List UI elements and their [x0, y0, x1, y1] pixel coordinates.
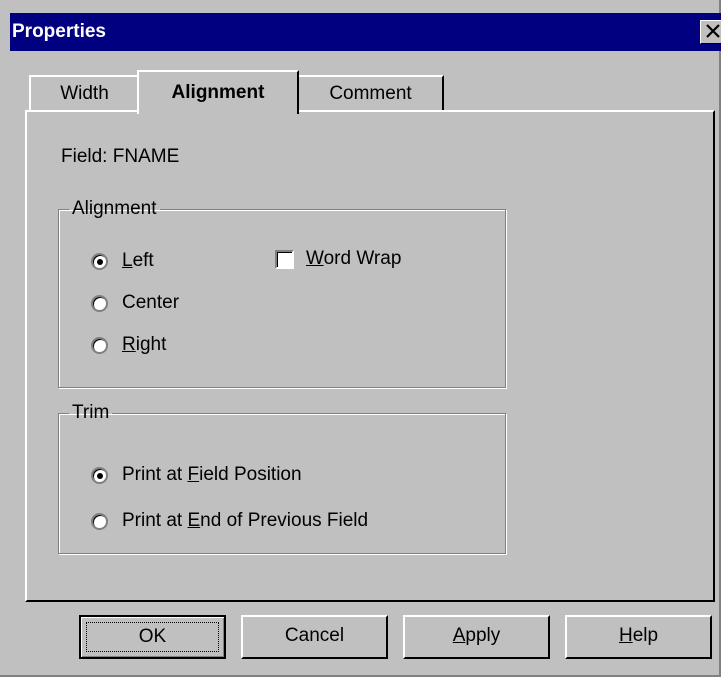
apply-button[interactable]: Apply [403, 615, 550, 659]
radio-unselected-icon [91, 294, 108, 312]
align-left-radio[interactable]: Left [91, 250, 154, 272]
word-wrap-checkbox[interactable]: Word Wrap [275, 248, 401, 270]
ok-button[interactable]: OK [79, 615, 226, 659]
radio-selected-icon [91, 466, 108, 484]
help-button[interactable]: Help [565, 615, 712, 659]
tab-alignment[interactable]: Alignment [137, 70, 299, 114]
alignment-group: Alignment Left Center Right Word Wrap [58, 198, 506, 388]
properties-dialog: Properties Width Alignment Comment Field… [0, 0, 721, 677]
close-icon [706, 24, 720, 38]
field-name-value: FNAME [112, 146, 180, 167]
title-bar[interactable]: Properties [10, 13, 721, 51]
align-center-radio[interactable]: Center [91, 292, 179, 314]
tab-comment[interactable]: Comment [297, 75, 444, 111]
trim-end-previous-radio[interactable]: Print at End of Previous Field [91, 510, 368, 532]
tab-panel-alignment: Field: FNAME Alignment Left Center Right… [25, 110, 715, 602]
trim-field-position-radio[interactable]: Print at Field Position [91, 464, 302, 486]
checkbox-unchecked-icon [275, 249, 294, 269]
trim-group: Trim Print at Field Position Print at En… [58, 402, 506, 554]
field-name-label: Field: FNAME [61, 146, 180, 167]
tab-width[interactable]: Width [29, 75, 140, 111]
radio-unselected-icon [91, 512, 108, 530]
close-button[interactable] [700, 20, 721, 44]
window-title: Properties [12, 21, 106, 42]
radio-unselected-icon [91, 336, 108, 354]
align-right-radio[interactable]: Right [91, 334, 166, 356]
cancel-button[interactable]: Cancel [241, 615, 388, 659]
alignment-group-legend: Alignment [72, 198, 157, 219]
radio-selected-icon [91, 252, 108, 270]
trim-group-legend: Trim [72, 402, 110, 423]
